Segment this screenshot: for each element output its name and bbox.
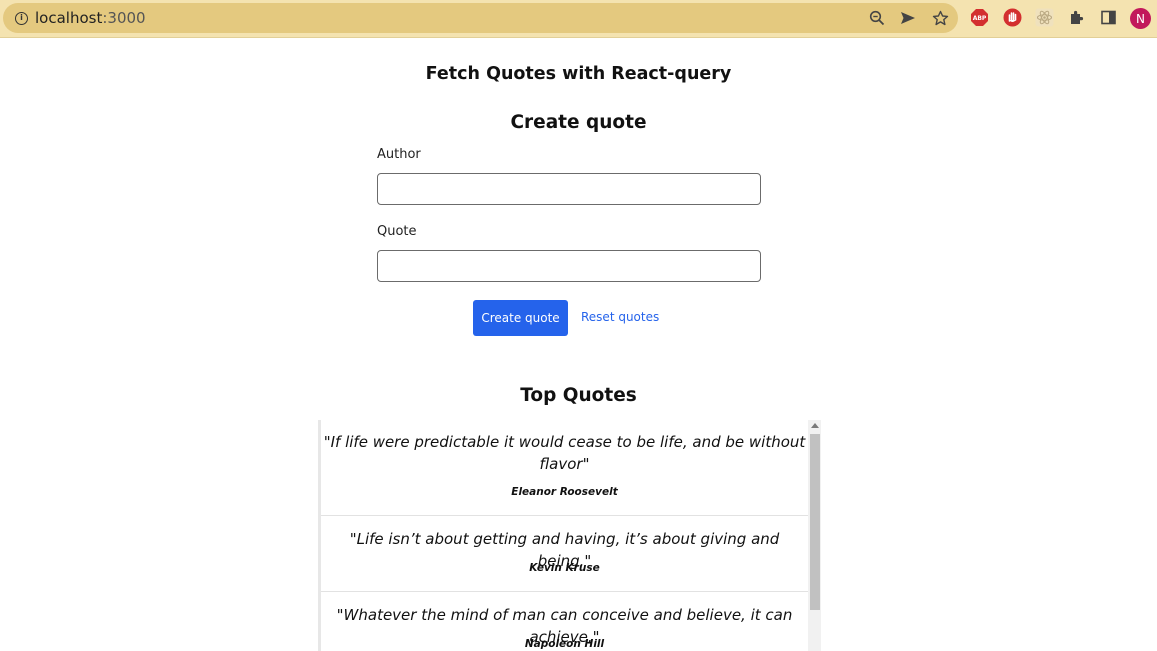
bookmark-star-icon[interactable] <box>931 9 949 27</box>
scroll-up-arrow-icon[interactable] <box>811 423 819 428</box>
quote-text-continued: flavor" <box>539 455 590 473</box>
send-icon[interactable] <box>899 9 917 27</box>
top-quotes-heading: Top Quotes <box>520 385 637 406</box>
url-port: :3000 <box>102 9 146 27</box>
quote-author: Kevin Kruse <box>529 562 600 574</box>
quotes-list[interactable]: "If life were predictable it would cease… <box>318 420 821 651</box>
author-input[interactable] <box>377 173 761 205</box>
create-quote-button[interactable]: Create quote <box>473 300 568 336</box>
react-devtools-icon[interactable] <box>1035 8 1054 27</box>
quote-author: Eleanor Roosevelt <box>511 486 618 498</box>
address-bar[interactable]: i localhost:3000 <box>3 3 958 33</box>
hand-stop-icon[interactable] <box>1003 8 1022 27</box>
side-panel-icon[interactable] <box>1099 8 1118 27</box>
adblock-icon[interactable]: ABP <box>970 8 989 27</box>
zoom-icon[interactable] <box>868 9 886 27</box>
quote-item: "Whatever the mind of man can conceive a… <box>321 592 808 651</box>
url-text[interactable]: localhost:3000 <box>35 9 146 27</box>
create-quote-heading: Create quote <box>510 112 647 133</box>
browser-toolbar: i localhost:3000 ABP N <box>0 0 1157 38</box>
quote-author: Napoleon Hill <box>524 638 605 650</box>
quote-label: Quote <box>377 224 417 239</box>
quotes-scrollbar[interactable] <box>808 420 821 651</box>
quote-item: "If life were predictable it would cease… <box>321 420 808 516</box>
url-host: localhost <box>35 9 103 27</box>
page-title: Fetch Quotes with React-query <box>425 64 732 84</box>
svg-text:ABP: ABP <box>973 15 987 22</box>
page-content: Fetch Quotes with React-query Create quo… <box>0 39 1157 651</box>
quote-item: "Life isn’t about getting and having, it… <box>321 516 808 592</box>
scrollbar-thumb[interactable] <box>810 434 820 610</box>
quote-text: "If life were predictable it would cease… <box>323 433 806 451</box>
quote-input[interactable] <box>377 250 761 282</box>
site-info-icon[interactable]: i <box>15 12 28 25</box>
profile-avatar[interactable]: N <box>1130 8 1151 29</box>
profile-initial: N <box>1136 11 1145 26</box>
reset-quotes-link[interactable]: Reset quotes <box>581 310 659 324</box>
author-label: Author <box>377 147 421 162</box>
extensions-puzzle-icon[interactable] <box>1067 8 1086 27</box>
